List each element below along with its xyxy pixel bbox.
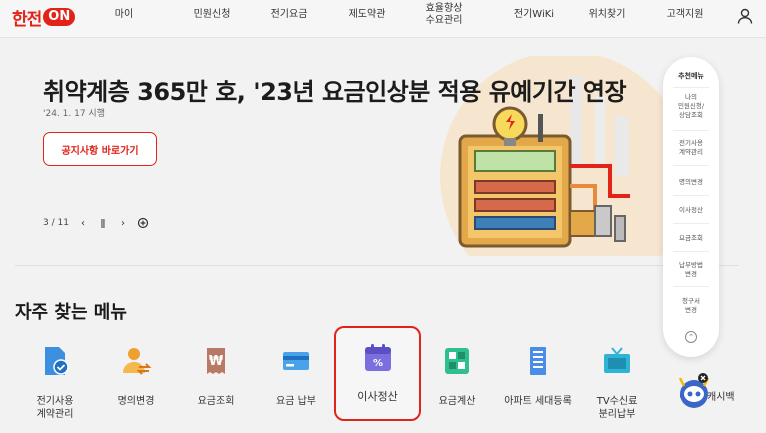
logo-text: 한전	[12, 9, 42, 30]
site-header: 한전 ON 마이 민원신청 전기요금 제도약관 효율향상 수요관리 전기WiKi…	[0, 0, 766, 38]
calculator-icon	[445, 348, 469, 374]
nav-support[interactable]: 고객지원	[661, 9, 709, 21]
nav-efficiency[interactable]: 효율향상 수요관리	[420, 3, 468, 27]
recommend-item-name-change[interactable]: 명의변경	[669, 178, 713, 187]
menu-name-change[interactable]: 명의변경	[94, 335, 178, 433]
nav-my[interactable]: 마이	[112, 9, 136, 21]
recommend-item-contract[interactable]: 전기사용 계약관리	[669, 139, 713, 157]
menu-bill-payment[interactable]: 요금 납부	[254, 335, 338, 433]
nav-civil-application[interactable]: 민원신청	[188, 9, 236, 21]
divider	[673, 195, 709, 196]
divider	[673, 87, 709, 88]
recommend-item-my-civil[interactable]: 나의 민원신청/ 상담조회	[669, 93, 713, 120]
user-icon[interactable]	[737, 8, 753, 24]
tv-icon	[604, 347, 630, 373]
pager-current: 3	[43, 218, 49, 228]
won-receipt-icon: ₩	[207, 348, 225, 374]
calendar-percent-icon: %	[364, 344, 391, 371]
pager-separator: /	[51, 218, 55, 228]
add-circle-icon[interactable]	[137, 217, 149, 229]
pager-total: 11	[57, 218, 69, 228]
notice-shortcut-button[interactable]: 공지사항 바로가기	[43, 132, 157, 166]
prev-arrow-icon[interactable]: ‹	[77, 217, 89, 229]
recommend-title: 추천메뉴	[678, 72, 704, 80]
chatbot-icon[interactable]	[676, 372, 712, 412]
menu-label: 전기사용 계약관리	[36, 396, 74, 420]
menu-label: TV수신료 분리납부	[596, 396, 638, 420]
menu-bill-calculation[interactable]: 요금계산	[415, 335, 499, 433]
recommend-item-bill-inquiry[interactable]: 요금조회	[669, 234, 713, 243]
hero-title: 취약계층 365만 호, '23년 요금인상분 적용 유예기간 연장	[43, 78, 627, 106]
divider	[673, 165, 709, 166]
nav-location[interactable]: 위치찾기	[583, 9, 631, 21]
pause-icon[interactable]: ǁ	[97, 217, 109, 229]
section-divider	[15, 265, 739, 266]
menu-bill-inquiry[interactable]: ₩ 요금조회	[174, 335, 258, 433]
recommend-item-bill-change[interactable]: 청구서 변경	[669, 297, 713, 315]
banner-pager: 3 / 11 ‹ ǁ ›	[43, 217, 149, 229]
menu-label: 명의변경	[117, 396, 155, 407]
menu-label: 요금조회	[197, 396, 235, 407]
logo-on-badge: ON	[43, 8, 76, 26]
menu-label: 아파트 세대등록	[504, 396, 572, 407]
divider	[673, 251, 709, 252]
divider	[673, 286, 709, 287]
next-arrow-icon[interactable]: ›	[117, 217, 129, 229]
recommend-menu-panel: 추천메뉴 나의 민원신청/ 상담조회 전기사용 계약관리 명의변경 이사정산 요…	[663, 57, 719, 357]
menu-contract-management[interactable]: 전기사용 계약관리	[13, 335, 97, 433]
svg-text:%: %	[372, 358, 382, 369]
nav-terms[interactable]: 제도약관	[343, 9, 391, 21]
svg-text:₩: ₩	[209, 354, 224, 369]
nav-electricity-bill[interactable]: 전기요금	[265, 9, 313, 21]
chevron-up-icon[interactable]: ⌃	[685, 331, 697, 343]
menu-tv-fee[interactable]: TV수신료 분리납부	[575, 335, 659, 433]
nav-wiki[interactable]: 전기WiKi	[508, 9, 560, 21]
pager-count: 3 / 11	[43, 218, 69, 228]
divider	[673, 130, 709, 131]
kepco-on-logo[interactable]: 한전 ON	[12, 6, 76, 30]
recommend-item-move-settlement[interactable]: 이사정산	[669, 206, 713, 215]
divider	[673, 223, 709, 224]
building-icon	[530, 347, 546, 375]
menu-label: 요금 납부	[276, 396, 316, 407]
person-transfer-icon	[123, 348, 152, 375]
document-check-icon	[45, 347, 69, 375]
menu-label: 요금계산	[438, 396, 476, 407]
hero-date: '24. 1. 17 시행	[43, 109, 105, 119]
menu-apartment-registration[interactable]: 아파트 세대등록	[496, 335, 580, 433]
menu-label: 이사정산	[357, 390, 398, 403]
card-icon	[283, 352, 309, 370]
recommend-item-payment-method[interactable]: 납부방법 변경	[669, 261, 713, 279]
frequent-menu-title: 자주 찾는 메뉴	[15, 302, 127, 323]
menu-move-settlement[interactable]: % 이사정산	[334, 326, 421, 421]
